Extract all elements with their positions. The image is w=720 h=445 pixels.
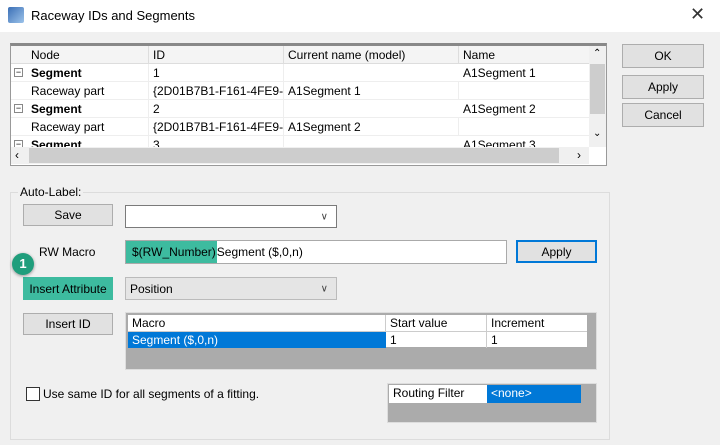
insert-attribute-button[interactable]: Insert Attribute (23, 277, 113, 300)
tree-cell-node: Segment (27, 100, 149, 118)
insert-id-button[interactable]: Insert ID (23, 313, 113, 335)
step-badge: 1 (12, 253, 34, 275)
horizontal-scrollbar[interactable]: ‹ › (11, 147, 589, 164)
close-icon[interactable]: ✕ (690, 4, 705, 25)
tree-cell-id: {2D01B7B1-F161-4FE9- (149, 82, 284, 100)
routing-filter-grid[interactable]: Routing Filter <none> (387, 383, 597, 423)
grid-cell-macro[interactable]: Segment ($,0,n) (128, 332, 386, 348)
routing-filter-value[interactable]: <none> (487, 385, 581, 403)
routing-filter-label: Routing Filter (389, 385, 487, 403)
cancel-button[interactable]: Cancel (622, 103, 704, 127)
apply-button[interactable]: Apply (622, 75, 704, 99)
scroll-thumb[interactable] (590, 64, 605, 114)
col-increment: Increment (487, 315, 587, 332)
scroll-down-icon[interactable]: ⌄ (593, 128, 601, 139)
scroll-left-icon[interactable]: ‹ (15, 148, 19, 162)
grid-cell-start[interactable]: 1 (386, 332, 487, 348)
col-start-value: Start value (386, 315, 487, 332)
segments-tree[interactable]: Node ID Current name (model) Name − Segme… (10, 43, 607, 166)
tree-row[interactable]: Raceway part {2D01B7B1-F161-4FE9- A1Segmen… (11, 118, 589, 136)
tree-cell-node: Raceway part (27, 82, 149, 100)
tree-cell-id: 2 (149, 100, 284, 118)
tree-row[interactable]: − Segment 2 A1Segment 2 (11, 100, 589, 118)
vertical-scrollbar[interactable]: ⌃ ⌄ (589, 46, 606, 147)
same-id-label[interactable]: Use same ID for all segments of a fittin… (43, 387, 259, 401)
tree-row[interactable]: Raceway part {2D01B7B1-F161-4FE9- A1Segmen… (11, 82, 589, 100)
tree-cell-name: A1Segment 2 (463, 102, 536, 116)
col-node[interactable]: Node (27, 46, 149, 64)
scroll-up-icon[interactable]: ⌃ (593, 48, 601, 59)
col-current-name[interactable]: Current name (model) (284, 46, 459, 64)
macro-grid-body: Macro Start value Increment Segment ($,0… (127, 314, 588, 348)
tree-cell-node: Raceway part (27, 118, 149, 136)
attribute-combo[interactable]: Position ∨ (125, 277, 337, 300)
col-id[interactable]: ID (149, 46, 284, 64)
save-combo[interactable]: ∨ (125, 205, 337, 228)
macro-highlight: $(RW_Number) (126, 241, 217, 263)
tree-row[interactable]: − Segment 1 A1Segment 1 (11, 64, 589, 82)
attribute-combo-value: Position (130, 281, 173, 296)
ok-button[interactable]: OK (622, 44, 704, 68)
tree-cell-current: A1Segment 2 (284, 118, 459, 136)
chevron-down-icon: ∨ (320, 283, 328, 294)
collapse-icon[interactable]: − (14, 104, 23, 113)
h-scroll-thumb[interactable] (29, 148, 559, 163)
tree-cell-current: A1Segment 1 (284, 82, 459, 100)
tree-header: Node ID Current name (model) Name (11, 46, 589, 64)
rw-macro-input[interactable]: $(RW_Number) Segment ($,0,n) (125, 240, 507, 264)
macro-text: Segment ($,0,n) (216, 245, 303, 259)
tree-cell-name: A1Segment 1 (463, 66, 536, 80)
collapse-icon[interactable]: − (14, 68, 23, 77)
save-button[interactable]: Save (23, 204, 113, 226)
macro-apply-button[interactable]: Apply (516, 240, 597, 263)
rw-macro-label: RW Macro (39, 245, 96, 259)
chevron-down-icon: ∨ (320, 211, 328, 222)
window-title: Raceway IDs and Segments (31, 8, 196, 23)
tree-cell-id: {2D01B7B1-F161-4FE9- (149, 118, 284, 136)
tree-cell-node: Segment (27, 64, 149, 82)
col-macro: Macro (128, 315, 386, 332)
tree-cell-id: 1 (149, 64, 284, 82)
col-name[interactable]: Name (459, 46, 589, 64)
macro-grid[interactable]: Macro Start value Increment Segment ($,0… (125, 312, 597, 370)
title-bar: Raceway IDs and Segments ✕ (0, 0, 720, 32)
grid-cell-increment[interactable]: 1 (487, 332, 587, 348)
scroll-right-icon[interactable]: › (577, 148, 581, 162)
same-id-checkbox[interactable] (26, 387, 40, 401)
app-icon (8, 7, 24, 23)
auto-label-heading: Auto-Label: (18, 185, 84, 199)
